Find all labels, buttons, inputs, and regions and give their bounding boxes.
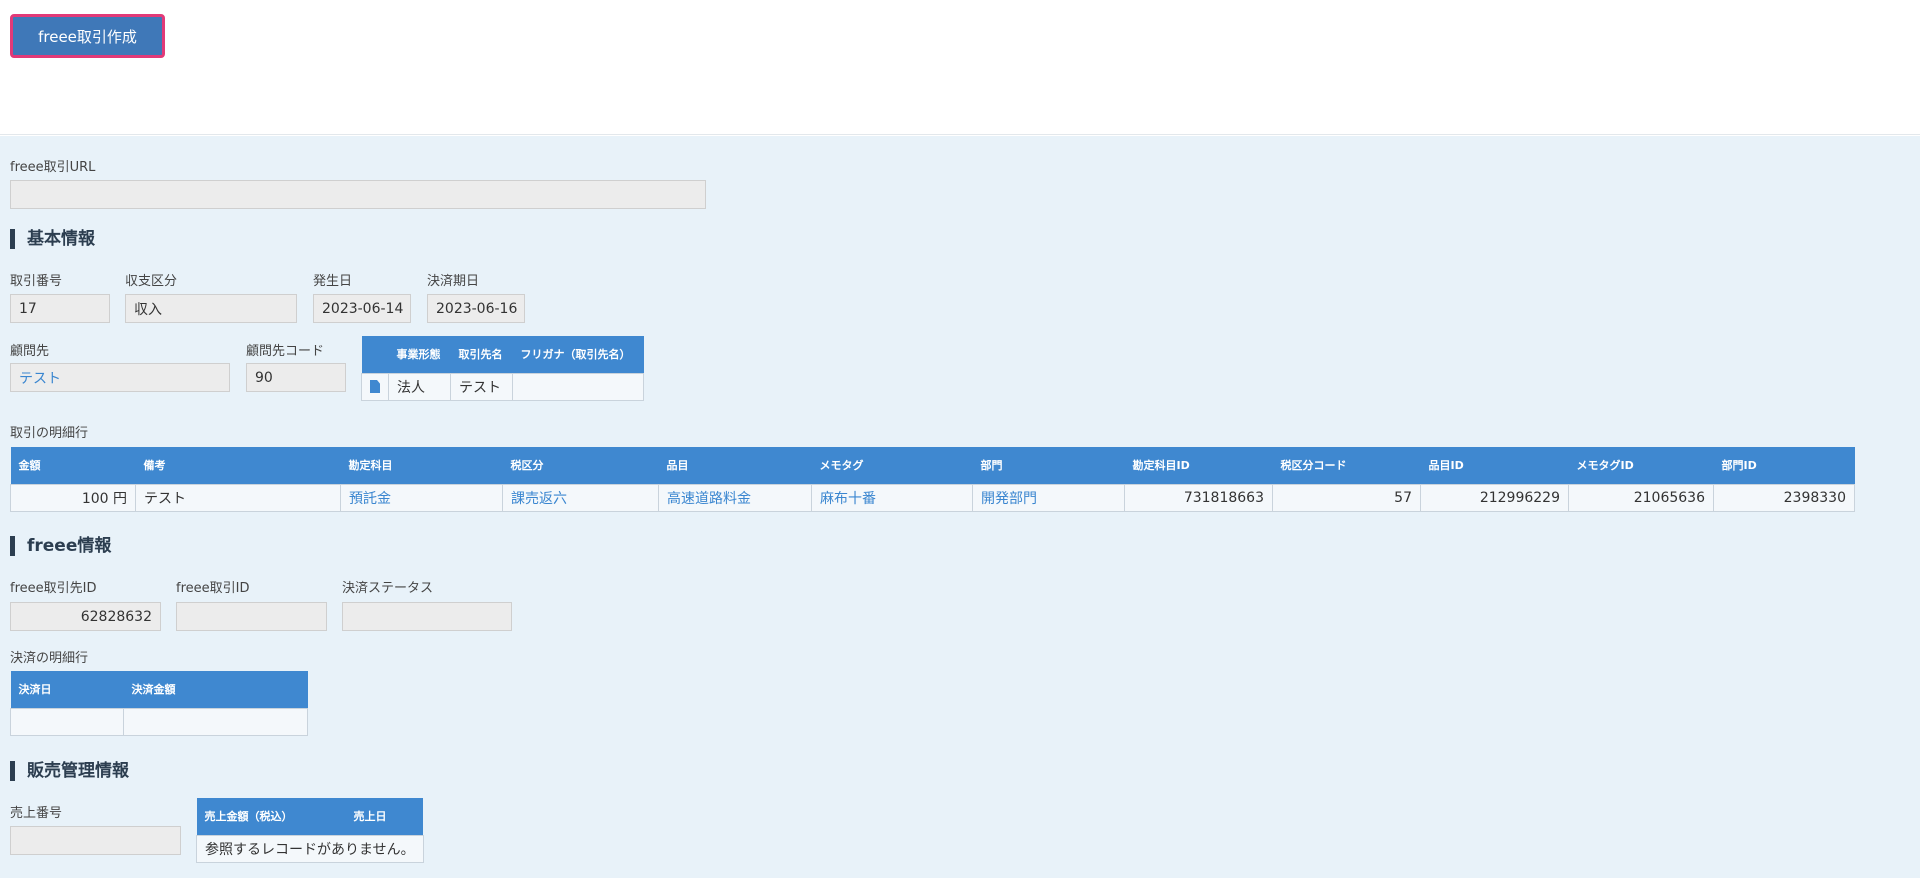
table-row: 法人 テスト bbox=[361, 372, 644, 401]
tax-code-cell: 57 bbox=[1272, 483, 1421, 512]
tax-link[interactable]: 課売返六 bbox=[502, 483, 659, 512]
due-date-label: 決済期日 bbox=[427, 274, 480, 289]
partner-table: 事業形態 取引先名 フリガナ（取引先名） 法人 テスト bbox=[361, 336, 644, 401]
deal-id-label: freee取引ID bbox=[176, 581, 250, 596]
freee-url-label: freee取引URL bbox=[10, 160, 96, 175]
due-date-field[interactable]: 2023-06-16 bbox=[427, 294, 525, 323]
dept-id-cell: 2398330 bbox=[1713, 483, 1855, 512]
details-label: 取引の明細行 bbox=[10, 426, 89, 441]
client-link[interactable]: テスト bbox=[19, 368, 61, 388]
toolbar: freee取引作成 bbox=[0, 0, 1920, 135]
trade-no-value: 17 bbox=[19, 300, 37, 317]
due-date-value: 2023-06-16 bbox=[436, 300, 518, 317]
memo-link[interactable]: 麻布十番 bbox=[811, 483, 973, 512]
details-header-memo: メモタグ bbox=[811, 447, 973, 484]
details-header-account-id: 勘定科目ID bbox=[1124, 447, 1273, 484]
income-type-label: 収支区分 bbox=[125, 274, 178, 289]
details-header-tax: 税区分 bbox=[502, 447, 659, 484]
sales-header-amount: 売上金額（税込） bbox=[196, 798, 346, 835]
partner-type-cell: 法人 bbox=[388, 372, 451, 401]
income-type-field[interactable]: 収入 bbox=[125, 294, 297, 323]
client-code-label: 顧問先コード bbox=[246, 344, 325, 359]
payment-amount-cell bbox=[123, 707, 308, 736]
sales-header-date: 売上日 bbox=[345, 798, 424, 835]
details-header-tax-code: 税区分コード bbox=[1272, 447, 1421, 484]
status-field[interactable] bbox=[342, 602, 512, 631]
partner-kana-cell bbox=[512, 372, 644, 401]
details-header-account: 勘定科目 bbox=[340, 447, 503, 484]
document-icon[interactable] bbox=[370, 380, 380, 393]
issue-date-value: 2023-06-14 bbox=[322, 300, 404, 317]
details-header-amount: 金額 bbox=[10, 447, 136, 484]
account-link[interactable]: 預託金 bbox=[340, 483, 503, 512]
item-id-cell: 212996229 bbox=[1420, 483, 1569, 512]
table-row: 参照するレコードがありません。 bbox=[196, 834, 424, 863]
partner-id-label: freee取引先ID bbox=[10, 581, 97, 596]
status-label: 決済ステータス bbox=[342, 581, 434, 596]
create-freee-deal-button[interactable]: freee取引作成 bbox=[10, 14, 165, 58]
details-header-memo-id: メモタグID bbox=[1568, 447, 1714, 484]
client-code-field[interactable]: 90 bbox=[246, 363, 346, 392]
basic-info-heading: 基本情報 bbox=[10, 229, 95, 249]
account-id-cell: 731818663 bbox=[1124, 483, 1273, 512]
partner-name-cell: テスト bbox=[450, 372, 513, 401]
details-table: 金額 備考 勘定科目 税区分 品目 メモタグ 部門 勘定科目ID 税区分コード … bbox=[10, 447, 1855, 512]
trade-no-field[interactable]: 17 bbox=[10, 294, 110, 323]
partner-icon-header bbox=[361, 336, 389, 373]
record-detail: freee取引URL 基本情報 取引番号 17 収支区分 収入 発生日 2023… bbox=[0, 136, 1920, 878]
table-row bbox=[10, 707, 308, 736]
partner-id-field[interactable]: 62828632 bbox=[10, 602, 161, 631]
details-header-dept-id: 部門ID bbox=[1713, 447, 1855, 484]
client-label: 顧問先 bbox=[10, 344, 50, 359]
table-row: 100 円 テスト 預託金 課売返六 高速道路料金 麻布十番 開発部門 7318… bbox=[10, 483, 1855, 512]
item-link[interactable]: 高速道路料金 bbox=[658, 483, 812, 512]
partner-header-type: 事業形態 bbox=[388, 336, 451, 373]
freee-url-field[interactable] bbox=[10, 180, 706, 209]
payments-header-date: 決済日 bbox=[10, 671, 124, 708]
sales-info-heading: 販売管理情報 bbox=[10, 761, 129, 781]
deal-id-field[interactable] bbox=[176, 602, 327, 631]
payments-header-amount: 決済金額 bbox=[123, 671, 308, 708]
payments-table: 決済日 決済金額 bbox=[10, 671, 308, 736]
sales-table: 売上金額（税込） 売上日 参照するレコードがありません。 bbox=[196, 798, 424, 863]
details-header-item: 品目 bbox=[658, 447, 812, 484]
sales-no-field[interactable] bbox=[10, 826, 181, 855]
client-field[interactable]: テスト bbox=[10, 363, 230, 392]
sales-no-label: 売上番号 bbox=[10, 806, 63, 821]
details-header-item-id: 品目ID bbox=[1420, 447, 1569, 484]
payment-date-cell bbox=[10, 707, 124, 736]
partner-open-cell[interactable] bbox=[361, 372, 389, 401]
trade-no-label: 取引番号 bbox=[10, 274, 63, 289]
issue-date-field[interactable]: 2023-06-14 bbox=[313, 294, 411, 323]
details-header-note: 備考 bbox=[135, 447, 341, 484]
dept-link[interactable]: 開発部門 bbox=[972, 483, 1125, 512]
income-type-value: 収入 bbox=[134, 301, 162, 318]
details-header-dept: 部門 bbox=[972, 447, 1125, 484]
memo-id-cell: 21065636 bbox=[1568, 483, 1714, 512]
amount-cell: 100 円 bbox=[10, 483, 136, 512]
payments-label: 決済の明細行 bbox=[10, 651, 89, 666]
issue-date-label: 発生日 bbox=[313, 274, 353, 289]
sales-empty-message: 参照するレコードがありません。 bbox=[196, 834, 424, 863]
freee-info-heading: freee情報 bbox=[10, 536, 111, 556]
note-cell: テスト bbox=[135, 483, 341, 512]
partner-id-value: 62828632 bbox=[80, 608, 152, 625]
partner-header-kana: フリガナ（取引先名） bbox=[512, 336, 644, 373]
client-code-value: 90 bbox=[255, 369, 273, 386]
partner-header-name: 取引先名 bbox=[450, 336, 513, 373]
